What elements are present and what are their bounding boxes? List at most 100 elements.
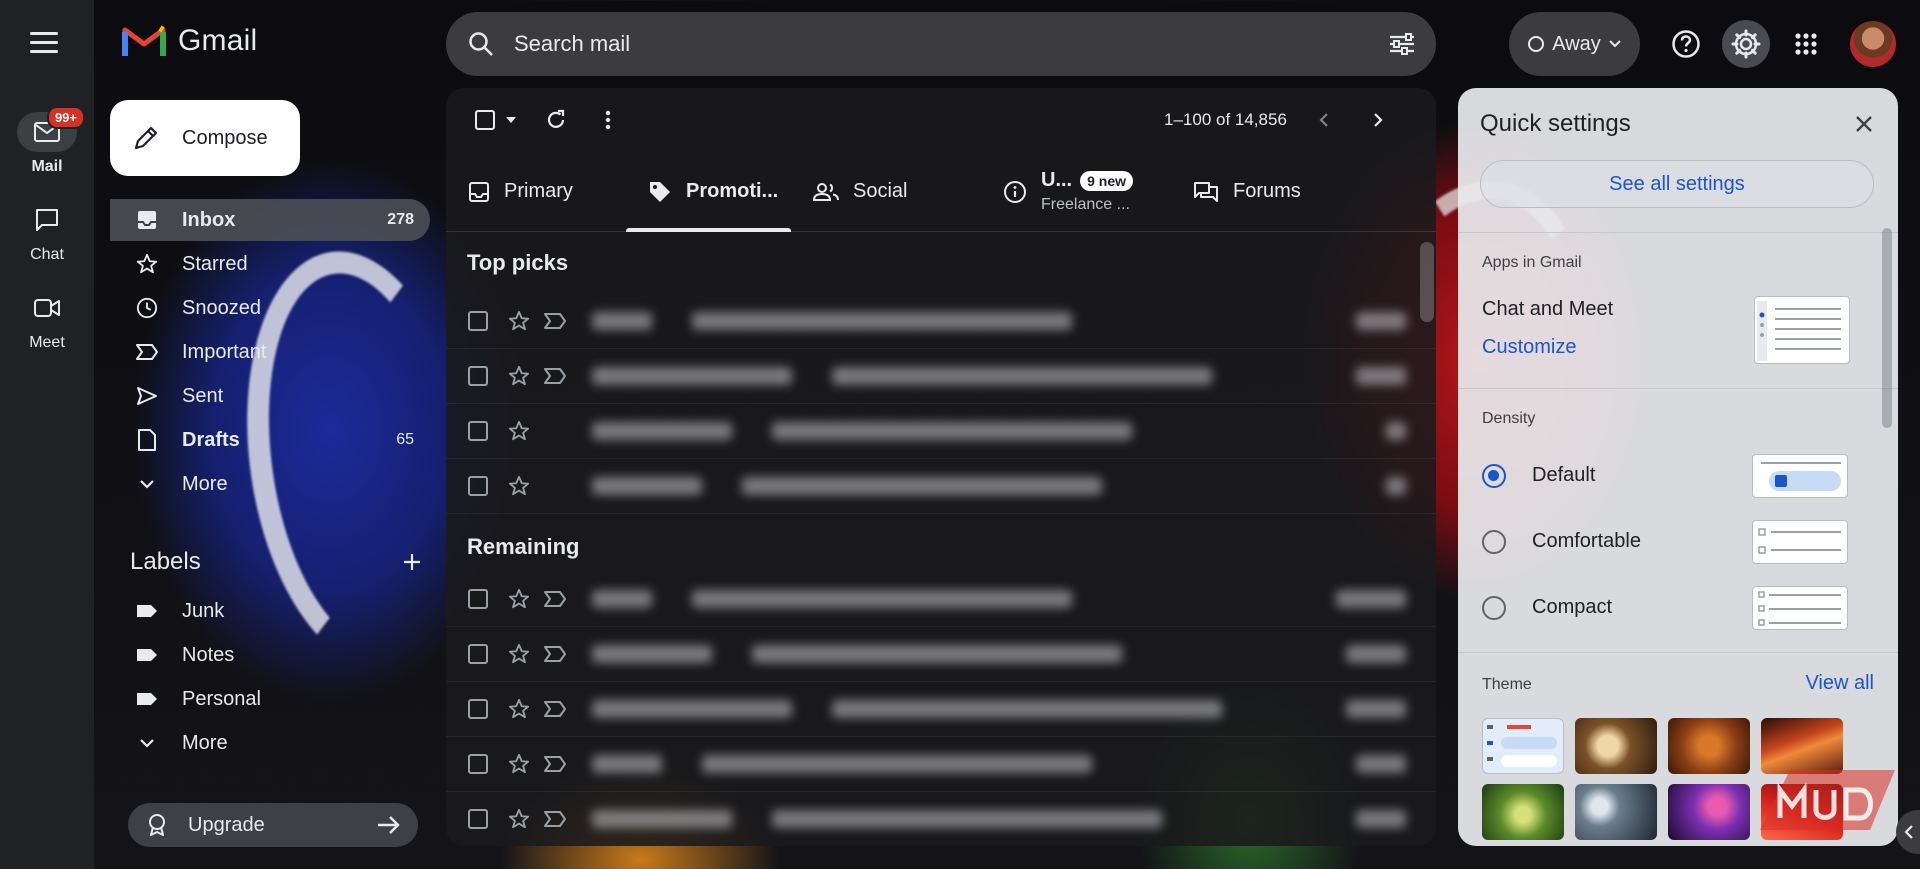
mail-row[interactable] [446,627,1436,682]
tab-updates[interactable]: U... 9 new Freelance ... [981,152,1171,231]
settings-button[interactable] [1722,20,1770,68]
site-watermark-logo [1760,770,1895,830]
mail-row[interactable] [446,737,1436,792]
mail-row[interactable] [446,792,1436,846]
tab-social[interactable]: Social [791,152,981,231]
star-icon[interactable] [507,752,531,776]
more-actions-button[interactable] [588,100,628,140]
density-option-label[interactable]: Default [1532,464,1595,487]
important-marker-icon[interactable] [543,642,567,666]
density-comfortable-radio[interactable] [1482,530,1506,554]
main-menu-button[interactable] [30,32,58,54]
important-marker-icon[interactable] [543,587,567,611]
rail-item-meet[interactable]: Meet [0,288,94,352]
see-all-settings-button[interactable]: See all settings [1480,160,1874,208]
density-option-label[interactable]: Compact [1532,596,1612,619]
nav-count: 278 [387,211,414,228]
density-option-label[interactable]: Comfortable [1532,530,1641,553]
account-avatar[interactable] [1850,21,1896,67]
divider [1458,388,1898,389]
pagination-text: 1–100 of 14,856 [1164,110,1287,129]
star-icon[interactable] [507,364,531,388]
nav-item-sent[interactable]: Sent [110,375,430,417]
search-options-icon[interactable] [1388,32,1416,56]
labels-more[interactable]: More [110,722,430,764]
important-marker-icon[interactable] [543,364,567,388]
theme-leaves-thumb[interactable] [1668,718,1750,774]
star-icon[interactable] [507,697,531,721]
mail-row[interactable] [446,349,1436,404]
theme-bubbles-thumb[interactable] [1575,784,1657,840]
density-compact-radio[interactable] [1482,596,1506,620]
search-input[interactable] [514,31,1388,57]
star-icon[interactable] [507,807,531,831]
star-icon[interactable] [507,419,531,443]
select-all-checkbox[interactable] [468,100,524,140]
label-item-notes[interactable]: Notes [110,634,430,676]
label-item-personal[interactable]: Personal [110,678,430,720]
apps-section-heading: Apps in Gmail [1482,254,1582,271]
theme-lights-thumb[interactable] [1668,784,1750,840]
nav-item-important[interactable]: Important [110,331,430,373]
label-item-junk[interactable]: Junk [110,590,430,632]
row-checkbox[interactable] [468,754,488,774]
mail-row[interactable] [446,459,1436,514]
customize-link[interactable]: Customize [1482,336,1576,359]
important-marker-icon[interactable] [543,752,567,776]
rail-item-mail[interactable]: 99+ Mail [0,106,94,176]
mail-list-scrollbar[interactable] [1420,242,1434,322]
add-label-button[interactable] [394,544,430,580]
star-icon[interactable] [507,642,531,666]
nav-item-starred[interactable]: Starred [110,243,430,285]
row-checkbox[interactable] [468,421,488,441]
upgrade-button[interactable]: Upgrade [128,803,418,847]
tab-forums[interactable]: Forums [1171,152,1351,231]
theme-bug-thumb[interactable] [1482,784,1564,840]
mail-row[interactable] [446,682,1436,737]
upgrade-label: Upgrade [188,813,265,836]
view-all-themes-link[interactable]: View all [1805,672,1874,695]
search-icon[interactable] [468,31,494,57]
nav-label: Drafts [182,428,240,451]
compose-button[interactable]: Compose [110,100,300,176]
status-dropdown[interactable]: Away [1509,12,1640,76]
label-name: Personal [182,687,261,710]
help-icon [1672,30,1700,58]
help-button[interactable] [1662,20,1710,68]
row-checkbox[interactable] [468,809,488,829]
star-icon[interactable] [507,309,531,333]
compose-label: Compose [182,126,268,149]
theme-chess-thumb[interactable] [1575,718,1657,774]
nav-item-drafts[interactable]: Drafts 65 [110,419,430,461]
older-page-button[interactable] [1358,100,1398,140]
tab-primary[interactable]: Primary [446,152,626,231]
density-default-radio[interactable] [1482,464,1506,488]
nav-item-more[interactable]: More [110,463,430,505]
star-icon[interactable] [507,474,531,498]
star-icon[interactable] [507,587,531,611]
apps-button[interactable] [1782,20,1830,68]
redacted-content [592,367,1406,387]
row-checkbox[interactable] [468,311,488,331]
quick-settings-scrollbar[interactable] [1882,228,1892,428]
important-marker-icon[interactable] [543,309,567,333]
theme-default-thumb[interactable] [1482,718,1564,774]
mail-row[interactable] [446,294,1436,349]
row-checkbox[interactable] [468,366,488,386]
tab-promotions[interactable]: Promoti... [626,152,791,232]
row-checkbox[interactable] [468,644,488,664]
mail-row[interactable] [446,572,1436,627]
nav-item-snoozed[interactable]: Snoozed [110,287,430,329]
refresh-button[interactable] [536,100,576,140]
row-checkbox[interactable] [468,476,488,496]
row-checkbox[interactable] [468,589,488,609]
nav-item-inbox[interactable]: Inbox 278 [110,199,430,241]
newer-page-button[interactable] [1304,100,1344,140]
row-checkbox[interactable] [468,699,488,719]
important-marker-icon[interactable] [543,697,567,721]
mail-row[interactable] [446,404,1436,459]
close-quick-settings-button[interactable] [1846,106,1882,142]
important-marker-icon[interactable] [543,807,567,831]
gmail-logo[interactable]: Gmail [122,24,257,58]
rail-item-chat[interactable]: Chat [0,200,94,264]
